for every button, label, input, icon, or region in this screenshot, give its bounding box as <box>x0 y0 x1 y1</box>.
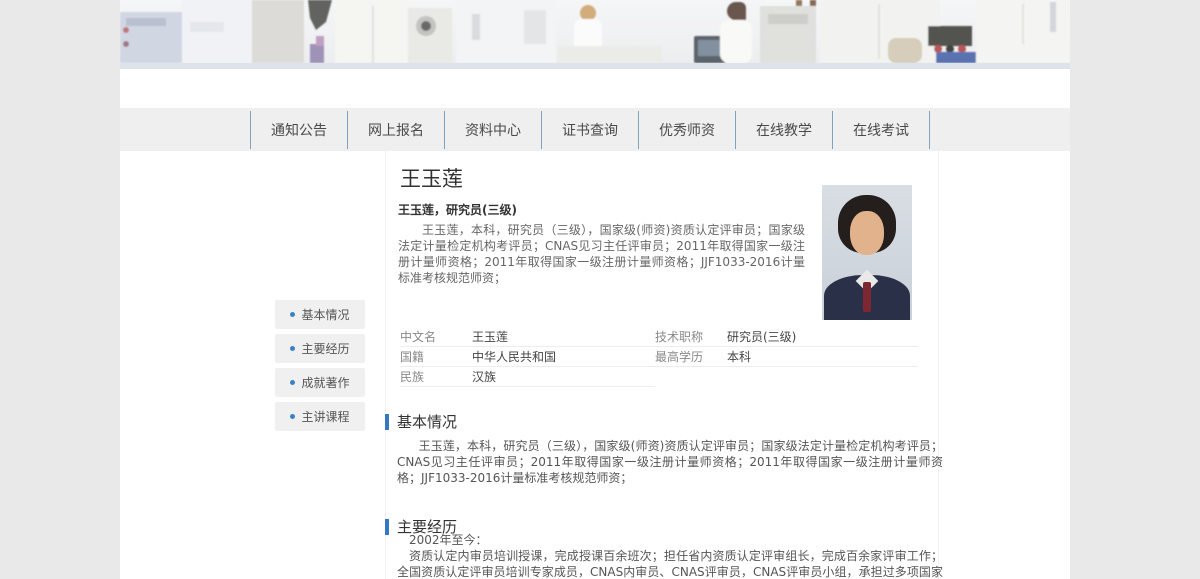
sidebar-item-label: 主讲课程 <box>301 408 349 425</box>
table-row: 中文名 王玉莲 <box>400 327 655 347</box>
table-row: 技术职称 研究员(三级) <box>655 327 918 347</box>
section-title: 基本情况 <box>397 411 457 432</box>
nav-tab-teaching[interactable]: 在线教学 <box>735 111 832 149</box>
nav-tab-certificates[interactable]: 证书查询 <box>541 111 638 149</box>
bullet-icon <box>290 312 295 317</box>
bullet-icon <box>290 380 295 385</box>
section-experience-date: 2002年至今： <box>397 532 943 548</box>
nav-tab-notices[interactable]: 通知公告 <box>250 111 347 149</box>
section-bar-icon <box>385 519 389 535</box>
sidebar-item-label: 主要经历 <box>301 340 349 357</box>
section-bar-icon <box>385 414 389 430</box>
portrait-face <box>850 211 884 255</box>
table-row-empty <box>655 367 918 387</box>
bullet-icon <box>290 414 295 419</box>
sidebar-item-courses[interactable]: 主讲课程 <box>275 402 365 431</box>
portrait-tie <box>863 282 871 312</box>
banner-bottom-strip <box>120 63 1070 69</box>
profile-intro-text: 王玉莲，本科，研究员（三级），国家级(师资)资质认定评审员；国家级法定计量检定机… <box>398 222 805 286</box>
info-value: 王玉莲 <box>472 328 508 345</box>
info-value: 中华人民共和国 <box>472 348 556 365</box>
content-column: 通知公告 网上报名 资料中心 证书查询 优秀师资 在线教学 在线考试 基本情况 … <box>120 0 1070 579</box>
info-label: 最高学历 <box>655 348 727 365</box>
nav-end-separator <box>929 111 930 149</box>
table-row: 最高学历 本科 <box>655 347 918 367</box>
lab-banner-art <box>120 0 1070 63</box>
section-heading-basic-info: 基本情况 <box>385 411 457 432</box>
lab-banner-image <box>120 0 1070 63</box>
nav-tab-registration[interactable]: 网上报名 <box>347 111 444 149</box>
sidebar-item-experience[interactable]: 主要经历 <box>275 334 365 363</box>
info-label: 中文名 <box>400 328 472 345</box>
info-value: 汉族 <box>472 368 496 385</box>
sidebar-item-achievements[interactable]: 成就著作 <box>275 368 365 397</box>
content-card-right-border <box>938 151 939 579</box>
nav-tab-materials[interactable]: 资料中心 <box>444 111 541 149</box>
sidebar-item-label: 成就著作 <box>301 374 349 391</box>
page: 通知公告 网上报名 资料中心 证书查询 优秀师资 在线教学 在线考试 基本情况 … <box>0 0 1200 579</box>
info-label: 技术职称 <box>655 328 727 345</box>
basic-info-table: 中文名 王玉莲 技术职称 研究员(三级) 国籍 中华人民共和国 最高学历 本科 … <box>400 327 918 387</box>
section-basic-info-text: 王玉莲，本科，研究员（三级），国家级(师资)资质认定评审员；国家级法定计量检定机… <box>397 438 943 486</box>
portrait-photo <box>822 185 912 320</box>
sidebar-item-label: 基本情况 <box>301 306 349 323</box>
section-experience-text: 资质认定内审员培训授课，完成授课百余班次；担任省内资质认定评审组长，完成百余家评… <box>397 548 943 579</box>
table-row: 国籍 中华人民共和国 <box>400 347 655 367</box>
nav-tabs: 通知公告 网上报名 资料中心 证书查询 优秀师资 在线教学 在线考试 <box>250 111 930 149</box>
content-card-left-border <box>385 151 386 579</box>
profile-subtitle: 王玉莲，研究员(三级) <box>398 201 517 218</box>
info-label: 民族 <box>400 368 472 385</box>
bullet-icon <box>290 346 295 351</box>
table-row: 民族 汉族 <box>400 367 655 387</box>
nav-tab-exams[interactable]: 在线考试 <box>832 111 929 149</box>
info-value: 研究员(三级) <box>727 328 796 345</box>
info-value: 本科 <box>727 348 751 365</box>
sidebar-item-basic-info[interactable]: 基本情况 <box>275 300 365 329</box>
info-label: 国籍 <box>400 348 472 365</box>
nav-tab-teachers[interactable]: 优秀师资 <box>638 111 735 149</box>
page-title: 王玉莲 <box>400 163 463 193</box>
main-navigation: 通知公告 网上报名 资料中心 证书查询 优秀师资 在线教学 在线考试 <box>120 108 1070 151</box>
